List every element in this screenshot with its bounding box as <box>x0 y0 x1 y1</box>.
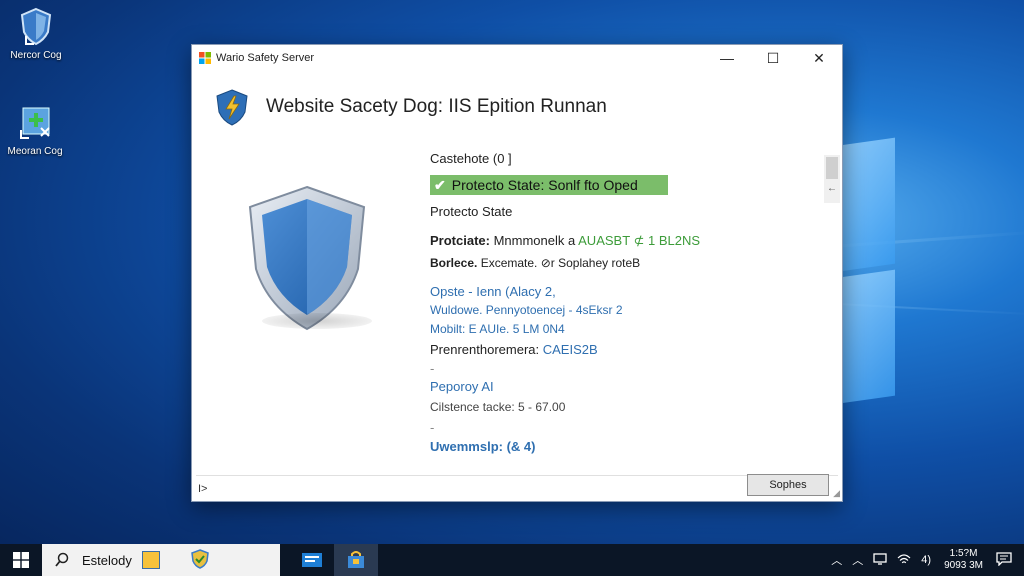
borlece-label: Borlece. <box>430 256 478 270</box>
prenrent-value: CAEIS2B <box>542 342 598 357</box>
search-icon <box>55 552 69 567</box>
window-title: Wario Safety Server <box>216 52 315 64</box>
taskbar-app-network[interactable] <box>290 544 334 576</box>
status-banner-text: Protecto State: Sonlf fto Oped <box>451 177 638 193</box>
shield-icon <box>16 6 56 46</box>
scrollbar-thumb[interactable] <box>826 157 838 179</box>
separator-dash: - <box>430 361 435 376</box>
protecto-state-text: Protecto State <box>430 204 513 219</box>
peporoy-link[interactable]: Peporoy AI <box>430 379 494 394</box>
protciate-label: Protciate: <box>430 233 490 248</box>
search-input-text: Estelody <box>82 552 132 568</box>
desktop-icon-label: Nercor Cog <box>10 50 62 61</box>
app-window: Wario Safety Server — ☐ ✕ Website Sacety… <box>191 44 843 502</box>
wifi-icon[interactable] <box>897 553 911 568</box>
status-banner: ✔ Protecto State: Sonlf fto Oped <box>430 175 668 195</box>
taskbar-search[interactable]: Estelody <box>42 544 280 576</box>
mobilt-link[interactable]: Mobilt: E AUIe. 5 LM 0N4 <box>430 322 565 336</box>
app-logo-icon <box>199 52 211 64</box>
desktop-icon-label: Meoran Cog <box>7 146 63 157</box>
store-bag-icon <box>348 551 364 568</box>
borlece-value: Excemate. ⊘r Soplahey roteB <box>480 256 641 270</box>
taskbar: Estelody ︿ ︿ 4) 1:5?M 9093 3M <box>0 544 1024 576</box>
shield-shadow <box>262 313 372 329</box>
protciate-row: Protciate: Mnmmonelk a AUASBT ⊄ 1 BL2NS <box>430 233 700 249</box>
shield-bolt-icon <box>212 87 252 127</box>
minimize-button[interactable]: — <box>704 45 750 71</box>
wuldowe-link[interactable]: Wuldowe. Pennyotoencej - 4sEksr 2 <box>430 303 623 317</box>
start-button[interactable] <box>0 544 42 576</box>
arrow-left-icon[interactable]: ← <box>827 183 837 194</box>
maximize-button[interactable]: ☐ <box>750 45 796 71</box>
close-button[interactable]: ✕ <box>796 45 842 71</box>
resize-grip-icon[interactable]: ◢ <box>833 488 840 499</box>
borlece-row: Borlece. Excemate. ⊘r Soplahey roteB <box>430 256 640 270</box>
shield-check-icon <box>190 548 210 572</box>
protciate-mid: Mnmmonelk a <box>493 233 576 248</box>
uwemmslp-link[interactable]: Uwemmslp: (& 4) <box>430 439 535 454</box>
system-tray: ︿ ︿ 4) 1:5?M 9093 3M <box>826 544 1024 576</box>
clock[interactable]: 1:5?M 9093 3M <box>944 548 983 572</box>
network-icon <box>15 102 55 142</box>
prenrent-row: Prenrenthoremera: CAEIS2B <box>430 342 598 357</box>
chevron-up-icon[interactable]: ︿ <box>831 552 842 568</box>
window-header: Website Sacety Dog: IIS Epition Runnan <box>212 87 607 127</box>
clock-date: 9093 3M <box>944 560 983 571</box>
castehote-text: Castehote (0 ] <box>430 151 512 166</box>
volume-icon[interactable]: 4) <box>921 554 931 566</box>
scrollbar[interactable]: ← <box>824 155 840 203</box>
taskbar-app-store[interactable] <box>334 544 378 576</box>
footer-indicator: I> <box>198 483 208 495</box>
search-app-icon <box>141 551 160 569</box>
prenrent-label: Prenrenthoremera: <box>430 342 540 357</box>
window-titlebar[interactable]: Wario Safety Server — ☐ ✕ <box>192 45 842 71</box>
sophes-button[interactable]: Sophes <box>747 474 829 496</box>
cilstence-text: Cilstence tacke: 5 - 67.00 <box>430 400 566 414</box>
notifications-icon[interactable] <box>996 551 1012 569</box>
page-title: Website Sacety Dog: IIS Epition Runnan <box>266 96 607 117</box>
protciate-value: AUASBT ⊄ 1 BL2NS <box>578 233 701 248</box>
opste-link[interactable]: Opste - Ienn (Alacy 2, <box>430 284 556 299</box>
monitor-icon[interactable] <box>873 552 887 568</box>
checkmark-icon: ✔ <box>434 177 446 193</box>
desktop-icon-nercor-cog[interactable]: Nercor Cog <box>1 6 71 61</box>
clock-time: 1:5?M <box>949 548 978 559</box>
separator-dash: - <box>430 420 435 435</box>
footer-divider <box>196 475 838 476</box>
windows-start-icon <box>13 552 29 568</box>
chevron-up-icon[interactable]: ︿ <box>852 552 863 568</box>
desktop-icon-meoran-cog[interactable]: Meoran Cog <box>0 102 70 157</box>
network-app-icon <box>302 553 322 567</box>
shield-illustration-icon <box>242 183 372 333</box>
